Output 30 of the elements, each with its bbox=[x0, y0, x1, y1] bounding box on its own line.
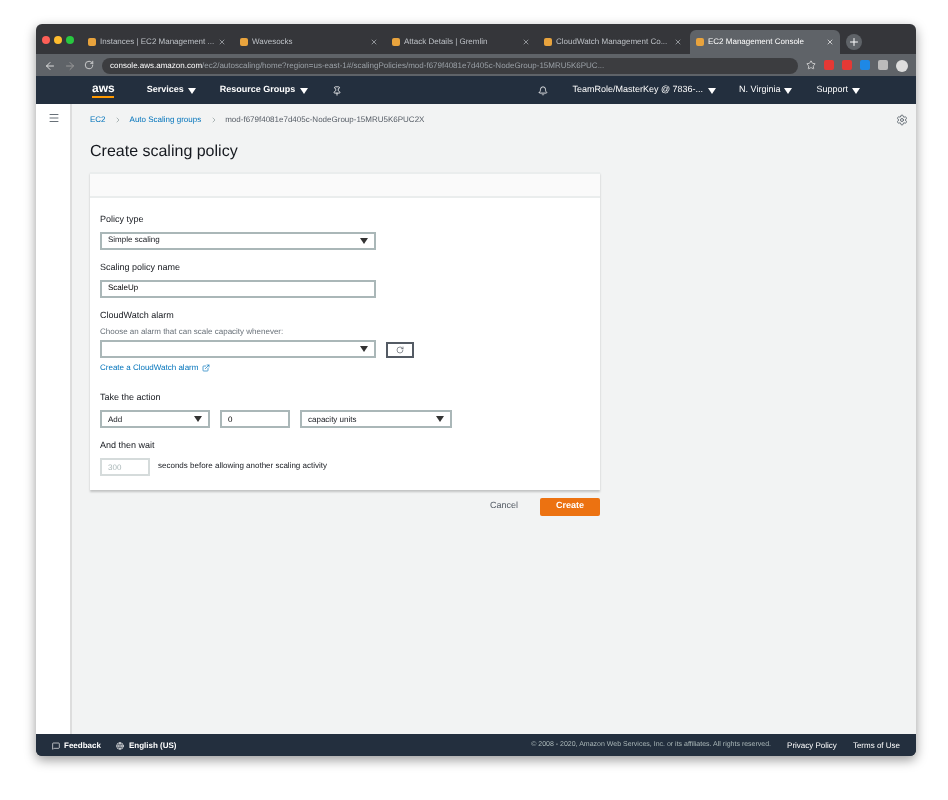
page-title: Create scaling policy bbox=[90, 140, 240, 164]
back-icon[interactable] bbox=[44, 59, 56, 71]
favicon-icon bbox=[544, 38, 552, 46]
caret-icon bbox=[436, 416, 444, 422]
globe-icon bbox=[116, 741, 125, 749]
new-tab-button[interactable] bbox=[846, 34, 862, 50]
caret-icon bbox=[360, 237, 368, 244]
star-icon[interactable] bbox=[806, 60, 816, 70]
speech-bubble-icon bbox=[52, 741, 60, 749]
pin-icon[interactable] bbox=[331, 85, 342, 95]
caret-icon bbox=[187, 87, 196, 93]
favicon-icon bbox=[696, 38, 704, 46]
menu-icon[interactable] bbox=[47, 112, 59, 124]
caret-icon bbox=[194, 416, 202, 422]
favicon-icon bbox=[392, 38, 400, 46]
caret-icon bbox=[784, 87, 793, 93]
favicon-icon bbox=[240, 38, 248, 46]
external-link-icon bbox=[202, 364, 211, 373]
bell-icon[interactable] bbox=[538, 85, 549, 95]
caret-icon bbox=[852, 87, 860, 93]
refresh-button[interactable] bbox=[386, 341, 414, 358]
avatar-icon[interactable] bbox=[896, 59, 908, 71]
favicon-icon bbox=[88, 38, 96, 46]
caret-icon bbox=[707, 87, 716, 93]
refresh-icon bbox=[396, 345, 404, 354]
caret-icon bbox=[299, 87, 308, 93]
reload-icon[interactable] bbox=[84, 60, 94, 70]
plus-icon bbox=[848, 36, 860, 48]
settings-icon[interactable] bbox=[896, 114, 908, 126]
caret-icon bbox=[360, 346, 368, 353]
